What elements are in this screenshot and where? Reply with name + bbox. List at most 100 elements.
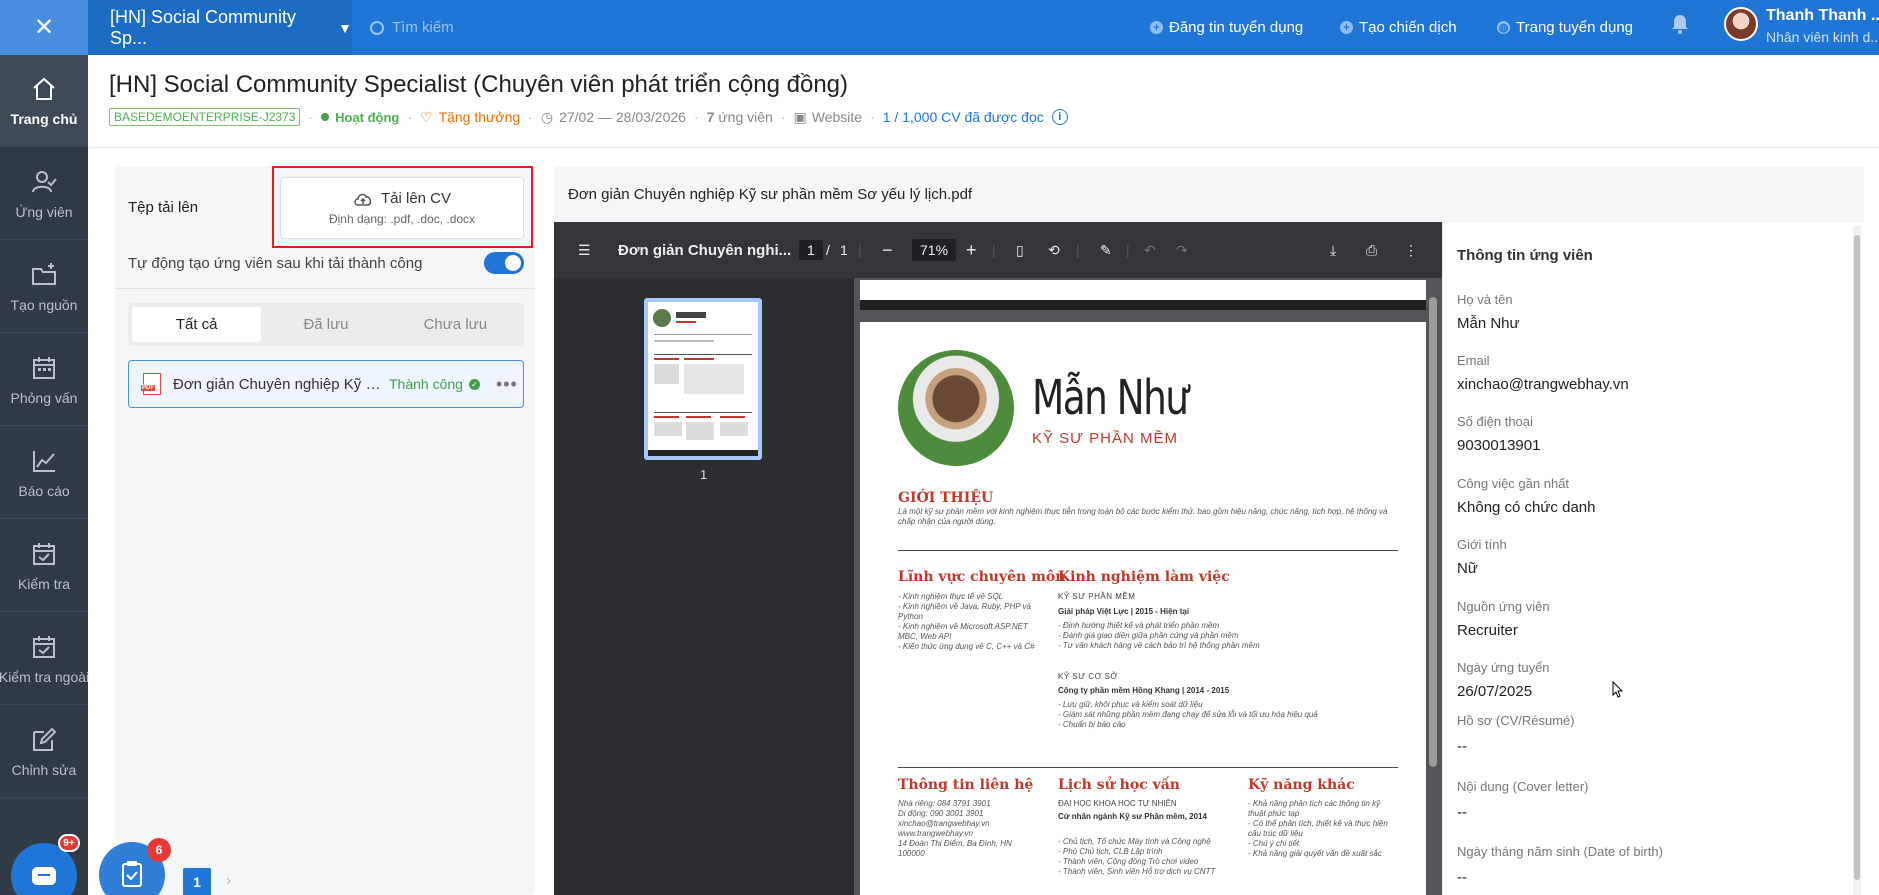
search-input[interactable]: Tìm kiếm	[392, 19, 454, 36]
annotate-icon[interactable]: ✎	[1100, 222, 1112, 278]
chart-line-icon	[33, 450, 55, 472]
pdf-scroll-thumb[interactable]	[1429, 297, 1437, 767]
field-value-fullname[interactable]: Mẫn Như	[1457, 315, 1520, 332]
menu-icon[interactable]: ☰	[578, 222, 591, 278]
pdf-scrollbar[interactable]	[1428, 283, 1438, 895]
tab-all[interactable]: Tất cả	[132, 307, 262, 342]
sidebar-item-label: Trang chủ	[10, 110, 78, 127]
rotate-icon[interactable]: ⟲	[1048, 222, 1060, 278]
field-value-phone[interactable]: 9030013901	[1457, 437, 1540, 454]
close-button[interactable]: ✕	[0, 0, 88, 55]
zoom-out-icon[interactable]: −	[882, 222, 893, 278]
field-label-fullname: Họ và tên	[1457, 292, 1513, 307]
upload-panel	[115, 166, 535, 895]
info-scroll-thumb[interactable]	[1854, 235, 1860, 880]
tab-unsaved[interactable]: Chưa lưu	[391, 307, 520, 342]
pdf-page-top	[860, 280, 1426, 310]
more-vertical-icon[interactable]: ⋮	[1404, 222, 1418, 278]
field-value-cv[interactable]: --	[1457, 738, 1467, 755]
chevron-down-icon: ▼	[338, 19, 352, 36]
resume-edu-desc: - Chủ tịch, Tổ chức Máy tính và Công ngh…	[1058, 837, 1216, 876]
job-selector[interactable]: [HN] Social Community Sp... ▼	[88, 0, 352, 55]
create-campaign-label: Tạo chiến dịch	[1359, 19, 1457, 36]
sidebar-item-home[interactable]: Trang chủ	[0, 55, 88, 147]
field-value-apply-date[interactable]: 26/07/2025	[1457, 683, 1532, 700]
calendar-check-icon	[33, 635, 55, 658]
sidebar-item-interviews[interactable]: Phỏng vấn	[0, 334, 88, 426]
sidebar-item-label: Kiểm tra ngoài	[0, 668, 90, 685]
field-value-source[interactable]: Recruiter	[1457, 622, 1518, 639]
field-label-last-job: Công việc gần nhất	[1457, 476, 1570, 491]
post-job-link[interactable]: + Đăng tin tuyển dụng	[1150, 0, 1303, 55]
field-label-phone: Số điện thoại	[1457, 414, 1533, 429]
resume-job1-desc: - Định hướng thiết kế và phát triển phần…	[1058, 621, 1260, 650]
resume-skills-text: - Kinh nghiệm thực tế về SQL - Kinh nghi…	[898, 592, 1035, 651]
print-icon[interactable]: ⎙	[1366, 222, 1377, 278]
search-box[interactable]: Tìm kiếm	[370, 0, 454, 55]
field-value-gender[interactable]: Nữ	[1457, 560, 1478, 577]
uploaded-file-item[interactable]: Đơn giản Chuyên nghiệp Kỹ s... Thành côn…	[128, 360, 524, 408]
reward-badge[interactable]: ♡ Tặng thưởng	[420, 109, 520, 126]
sidebar-item-reports[interactable]: Báo cáo	[0, 427, 88, 519]
bell-icon[interactable]	[1670, 13, 1690, 35]
tab-saved[interactable]: Đã lưu	[261, 307, 390, 342]
sidebar-item-edit[interactable]: Chỉnh sửa	[0, 706, 88, 798]
resume-experience-heading: Kinh nghiệm làm việc	[1058, 569, 1230, 585]
status-dot-icon	[321, 113, 330, 121]
more-options-icon[interactable]: •••	[496, 374, 518, 395]
file-filter-tabs: Tất cả Đã lưu Chưa lưu	[128, 303, 524, 346]
undo-icon[interactable]: ↶	[1144, 222, 1156, 278]
website-icon: ▣	[793, 108, 807, 125]
sidebar-item-sourcing[interactable]: Tạo nguồn	[0, 241, 88, 333]
resume-intro-heading: GIỚI THIỆU	[898, 490, 994, 506]
sidebar-item-tests[interactable]: Kiểm tra	[0, 520, 88, 612]
panel-divider	[115, 288, 535, 289]
resume-photo	[898, 350, 1014, 466]
date-range: 27/02 — 28/03/2026	[559, 109, 686, 125]
applicants-label: ứng viên	[718, 109, 773, 125]
page-title: [HN] Social Community Specialist (Chuyên…	[109, 71, 849, 98]
pagination-page-1[interactable]: 1	[183, 868, 211, 895]
career-page-label: Trang tuyển dụng	[1516, 19, 1634, 36]
plus-circle-icon: +	[1340, 21, 1353, 34]
status-label: Hoạt động	[335, 109, 400, 125]
redo-icon[interactable]: ↷	[1176, 222, 1188, 278]
user-avatar[interactable]	[1724, 7, 1758, 41]
create-campaign-link[interactable]: + Tạo chiến dịch	[1340, 0, 1457, 55]
fit-page-icon[interactable]: ▯	[1016, 222, 1024, 278]
zoom-level[interactable]: 71%	[912, 239, 957, 261]
pdf-doc-name: Đơn giản Chuyên nghi...	[618, 241, 792, 259]
sidebar-item-external-tests[interactable]: Kiểm tra ngoài	[0, 613, 90, 705]
applicants-count: 7 ứng viên	[707, 109, 773, 125]
job-code-badge: BASEDEMOENTERPRISE-J2373	[109, 108, 301, 126]
auto-create-toggle[interactable]	[484, 252, 524, 274]
auto-create-label: Tự động tạo ứng viên sau khi tải thành c…	[128, 255, 423, 272]
sidebar-item-label: Ứng viên	[15, 203, 73, 220]
pdf-page: Mẫn Như KỸ SƯ PHẦN MỀM GIỚI THIỆU Là một…	[860, 322, 1426, 895]
calendar-check-icon	[33, 542, 55, 565]
field-value-cover-letter[interactable]: --	[1457, 804, 1467, 821]
resume-job2-company: Công ty phần mềm Hồng Khang | 2014 - 201…	[1058, 686, 1230, 695]
field-value-email[interactable]: xinchao@trangwebhay.vn	[1457, 376, 1629, 393]
field-value-last-job[interactable]: Không có chức danh	[1457, 499, 1595, 516]
edit-icon	[33, 727, 57, 751]
user-name[interactable]: Thanh Thanh ...	[1766, 7, 1879, 25]
post-job-label: Đăng tin tuyển dụng	[1169, 19, 1304, 36]
page-thumbnail[interactable]	[644, 298, 762, 460]
resume-job1-title: KỸ SƯ PHẦN MỀM	[1058, 592, 1136, 601]
resume-other-skills-text: - Khả năng phân tích các thông tin kỹ th…	[1248, 799, 1388, 858]
info-icon[interactable]: i	[1051, 109, 1068, 125]
download-icon[interactable]: ⤓	[1330, 222, 1336, 278]
upload-cv-button[interactable]: Tải lên CV Định dạng: .pdf, .doc, .docx	[280, 177, 524, 239]
info-scrollbar[interactable]	[1853, 225, 1861, 895]
close-icon[interactable]: ✕	[34, 13, 54, 42]
sidebar-item-label: Tạo nguồn	[10, 296, 78, 313]
field-value-dob[interactable]: --	[1457, 869, 1467, 886]
chevron-right-icon[interactable]: ›	[226, 872, 231, 890]
career-page-link[interactable]: ◍ Trang tuyển dụng	[1497, 0, 1633, 55]
page-number-input[interactable]: 1	[799, 240, 823, 260]
zoom-in-icon[interactable]: +	[966, 222, 977, 278]
resume-name: Mẫn Như	[1032, 370, 1189, 426]
file-status: Thành công ✓	[389, 376, 480, 392]
sidebar-item-candidates[interactable]: Ứng viên	[0, 148, 88, 240]
